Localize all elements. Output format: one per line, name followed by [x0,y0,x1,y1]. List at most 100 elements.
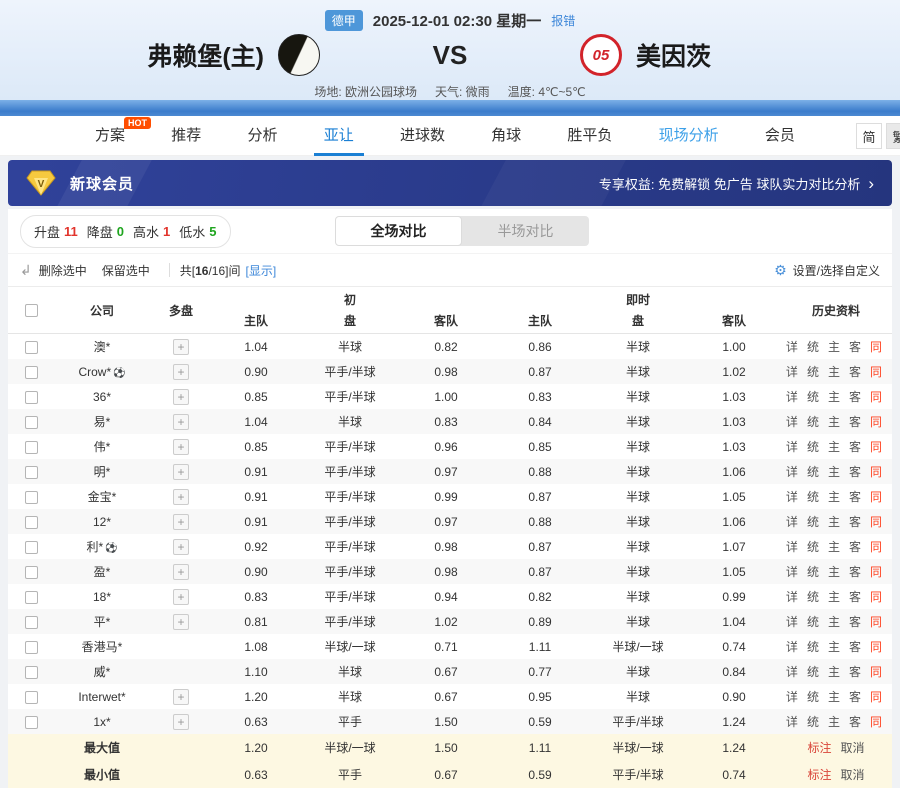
settings-button[interactable]: ⚙ 设置/选择自定义 [774,262,880,279]
history-link-stats[interactable]: 统 [807,688,819,705]
row-checkbox[interactable] [24,565,38,579]
history-link-detail[interactable]: 详 [786,388,798,405]
history-link-detail[interactable]: 详 [786,638,798,655]
history-link-same[interactable]: 同 [870,363,882,380]
history-link-detail[interactable]: 详 [786,538,798,555]
tab-analysis[interactable]: 分析 [237,116,287,156]
cancel-link[interactable]: 取消 [841,739,865,756]
expand-multi-button[interactable]: + [173,463,189,480]
expand-multi-button[interactable]: + [173,713,189,730]
tab-live-analysis[interactable]: 现场分析 [649,116,729,156]
history-link-detail[interactable]: 详 [786,688,798,705]
history-link-detail[interactable]: 详 [786,613,798,630]
history-link-home[interactable]: 主 [828,638,840,655]
history-link-same[interactable]: 同 [870,413,882,430]
tab-recommend[interactable]: 推荐 [161,116,211,156]
lang-simplified-button[interactable]: 简 [856,123,882,149]
expand-multi-button[interactable]: + [173,338,189,355]
company-name[interactable]: 威* [54,663,150,680]
history-link-away[interactable]: 客 [849,688,861,705]
history-link-stats[interactable]: 统 [807,638,819,655]
league-badge[interactable]: 德甲 [324,10,363,31]
expand-multi-button[interactable]: + [173,538,189,555]
history-link-away[interactable]: 客 [849,588,861,605]
row-checkbox[interactable] [24,490,38,504]
history-link-home[interactable]: 主 [828,338,840,355]
cancel-link[interactable]: 取消 [841,766,865,783]
history-link-same[interactable]: 同 [870,563,882,580]
history-link-away[interactable]: 客 [849,463,861,480]
delete-selected-button[interactable]: 删除选中 [39,262,87,279]
history-link-stats[interactable]: 统 [807,363,819,380]
select-all-checkbox[interactable] [24,304,38,318]
company-name[interactable]: 易* [54,413,150,430]
history-link-stats[interactable]: 统 [807,663,819,680]
row-checkbox[interactable] [24,690,38,704]
history-link-home[interactable]: 主 [828,388,840,405]
company-name[interactable]: 澳* [54,338,150,355]
tab-plans[interactable]: 方案 HOT [85,116,152,156]
company-name[interactable]: 1x* [54,715,150,729]
history-link-detail[interactable]: 详 [786,413,798,430]
history-link-detail[interactable]: 详 [786,563,798,580]
company-name[interactable]: 36* [54,390,150,404]
history-link-stats[interactable]: 统 [807,463,819,480]
row-checkbox[interactable] [24,390,38,404]
history-link-home[interactable]: 主 [828,688,840,705]
history-link-stats[interactable]: 统 [807,588,819,605]
mark-link[interactable]: 标注 [807,739,831,756]
history-link-detail[interactable]: 详 [786,363,798,380]
history-link-detail[interactable]: 详 [786,663,798,680]
company-name[interactable]: 18* [54,590,150,604]
history-link-away[interactable]: 客 [849,638,861,655]
history-link-stats[interactable]: 统 [807,438,819,455]
company-name[interactable]: 盈* [54,563,150,580]
expand-multi-button[interactable]: + [173,563,189,580]
company-name[interactable]: Crow* ⚽ [54,365,150,379]
history-link-same[interactable]: 同 [870,663,882,680]
report-error-link[interactable]: 报错 [551,12,575,29]
history-link-home[interactable]: 主 [828,563,840,580]
row-checkbox[interactable] [24,640,38,654]
history-link-detail[interactable]: 详 [786,488,798,505]
tab-1x2[interactable]: 胜平负 [557,116,622,156]
history-link-stats[interactable]: 统 [807,713,819,730]
half-match-compare-tab[interactable]: 半场对比 [462,216,589,246]
history-link-home[interactable]: 主 [828,413,840,430]
tab-membership[interactable]: 会员 [755,116,805,156]
history-link-away[interactable]: 客 [849,563,861,580]
show-link[interactable]: [显示] [246,262,277,279]
lang-traditional-button[interactable]: 繁 [886,123,900,149]
history-link-same[interactable]: 同 [870,438,882,455]
history-link-away[interactable]: 客 [849,438,861,455]
history-link-stats[interactable]: 统 [807,613,819,630]
expand-multi-button[interactable]: + [173,588,189,605]
history-link-same[interactable]: 同 [870,488,882,505]
row-checkbox[interactable] [24,590,38,604]
history-link-away[interactable]: 客 [849,488,861,505]
row-checkbox[interactable] [24,615,38,629]
row-checkbox[interactable] [24,465,38,479]
history-link-detail[interactable]: 详 [786,463,798,480]
history-link-same[interactable]: 同 [870,613,882,630]
history-link-same[interactable]: 同 [870,538,882,555]
expand-multi-button[interactable]: + [173,513,189,530]
row-checkbox[interactable] [24,415,38,429]
history-link-stats[interactable]: 统 [807,338,819,355]
company-name[interactable]: 伟* [54,438,150,455]
history-link-home[interactable]: 主 [828,663,840,680]
history-link-away[interactable]: 客 [849,613,861,630]
row-checkbox[interactable] [24,515,38,529]
company-name[interactable]: 利* ⚽ [54,538,150,555]
history-link-stats[interactable]: 统 [807,488,819,505]
history-link-away[interactable]: 客 [849,538,861,555]
expand-multi-button[interactable]: + [173,438,189,455]
company-name[interactable]: 香港马* [54,638,150,655]
expand-multi-button[interactable]: + [173,488,189,505]
history-link-same[interactable]: 同 [870,638,882,655]
history-link-away[interactable]: 客 [849,713,861,730]
history-link-home[interactable]: 主 [828,588,840,605]
mark-link[interactable]: 标注 [807,766,831,783]
company-name[interactable]: 金宝* [54,488,150,505]
history-link-home[interactable]: 主 [828,488,840,505]
